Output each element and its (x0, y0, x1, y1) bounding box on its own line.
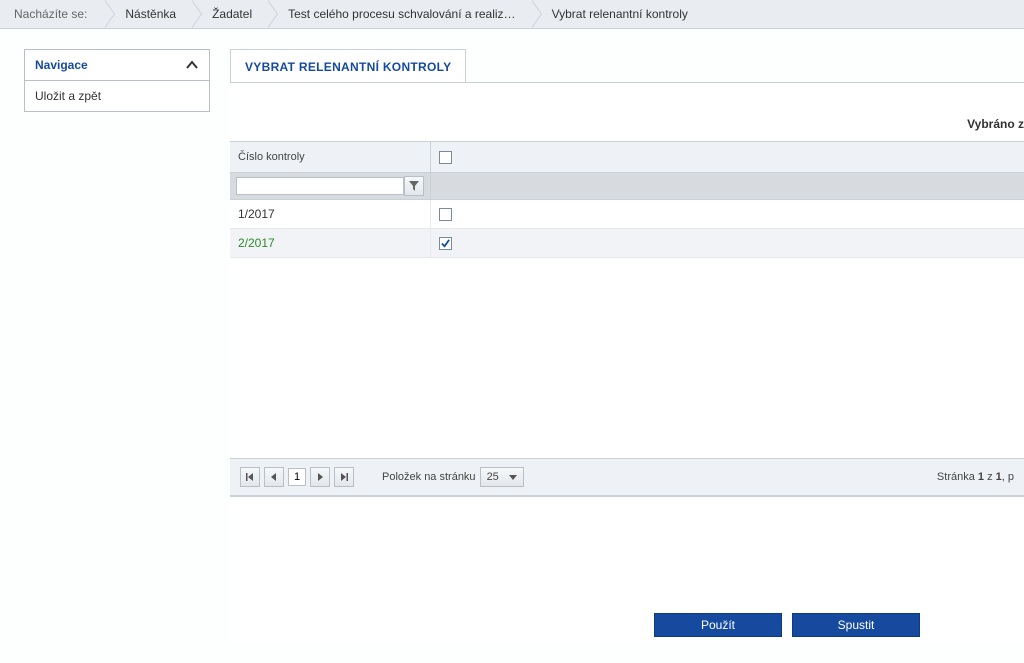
filter-icon (409, 181, 419, 191)
table-row[interactable]: 2/2017 (230, 229, 1024, 258)
cell-number: 1/2017 (230, 200, 430, 229)
pager-last-button[interactable] (334, 467, 354, 487)
pager-size-value: 25 (487, 471, 499, 483)
run-button[interactable]: Spustit (792, 613, 920, 637)
first-page-icon (245, 472, 255, 482)
breadcrumb-item[interactable]: Nástěnka (105, 0, 192, 28)
breadcrumb-item[interactable]: Vybrat relenantní kontroly (532, 0, 704, 28)
column-header-select[interactable] (430, 142, 1024, 173)
pager-size-select[interactable]: 25 (480, 467, 524, 487)
pager-first-button[interactable] (240, 467, 260, 487)
main-panel: VYBRAT RELENANTNÍ KONTROLY Vybráno z Čís… (230, 49, 1024, 643)
sidebar: Navigace Uložit a zpět (24, 49, 210, 112)
next-page-icon (315, 472, 325, 482)
data-grid: Číslo kontroly (230, 141, 1024, 497)
table-row[interactable]: 1/2017 (230, 200, 1024, 229)
prev-page-icon (269, 472, 279, 482)
column-header-number[interactable]: Číslo kontroly (230, 142, 430, 173)
pager-size-label: Položek na stránku (382, 471, 476, 483)
tabbar: VYBRAT RELENANTNÍ KONTROLY (230, 49, 1024, 83)
chevron-up-icon (185, 60, 199, 70)
nav-item-label: Uložit a zpět (35, 89, 101, 103)
filter-input-number[interactable] (236, 177, 404, 195)
breadcrumb-label: Nacházíte se: (14, 7, 105, 21)
pager-status: Stránka 1 z 1, p (937, 471, 1014, 483)
row-checkbox[interactable] (439, 208, 452, 221)
action-bar: Použít Spustit (230, 613, 1024, 637)
nav-header[interactable]: Navigace (24, 49, 210, 81)
use-button[interactable]: Použít (654, 613, 782, 637)
row-checkbox[interactable] (439, 237, 452, 250)
nav-header-label: Navigace (35, 58, 88, 72)
breadcrumb-item[interactable]: Test celého procesu schvalování a realiz… (268, 0, 531, 28)
nav-item-save-back[interactable]: Uložit a zpět (24, 81, 210, 112)
filter-button[interactable] (404, 176, 424, 196)
last-page-icon (339, 472, 349, 482)
selection-summary: Vybráno z (230, 83, 1024, 141)
pager-page-input[interactable] (288, 468, 306, 486)
pager-next-button[interactable] (310, 467, 330, 487)
grid-empty-space (230, 258, 1024, 458)
pager: Položek na stránku 25 Stránka 1 z 1, p (230, 458, 1024, 496)
cell-number: 2/2017 (230, 229, 430, 258)
tab-active[interactable]: VYBRAT RELENANTNÍ KONTROLY (230, 49, 466, 83)
select-all-checkbox[interactable] (439, 151, 452, 164)
breadcrumb: Nacházíte se: Nástěnka Žadatel Test celé… (0, 0, 1024, 29)
tab-label: VYBRAT RELENANTNÍ KONTROLY (245, 60, 451, 74)
breadcrumb-item[interactable]: Žadatel (192, 0, 268, 28)
pager-prev-button[interactable] (264, 467, 284, 487)
caret-down-icon (509, 475, 517, 480)
